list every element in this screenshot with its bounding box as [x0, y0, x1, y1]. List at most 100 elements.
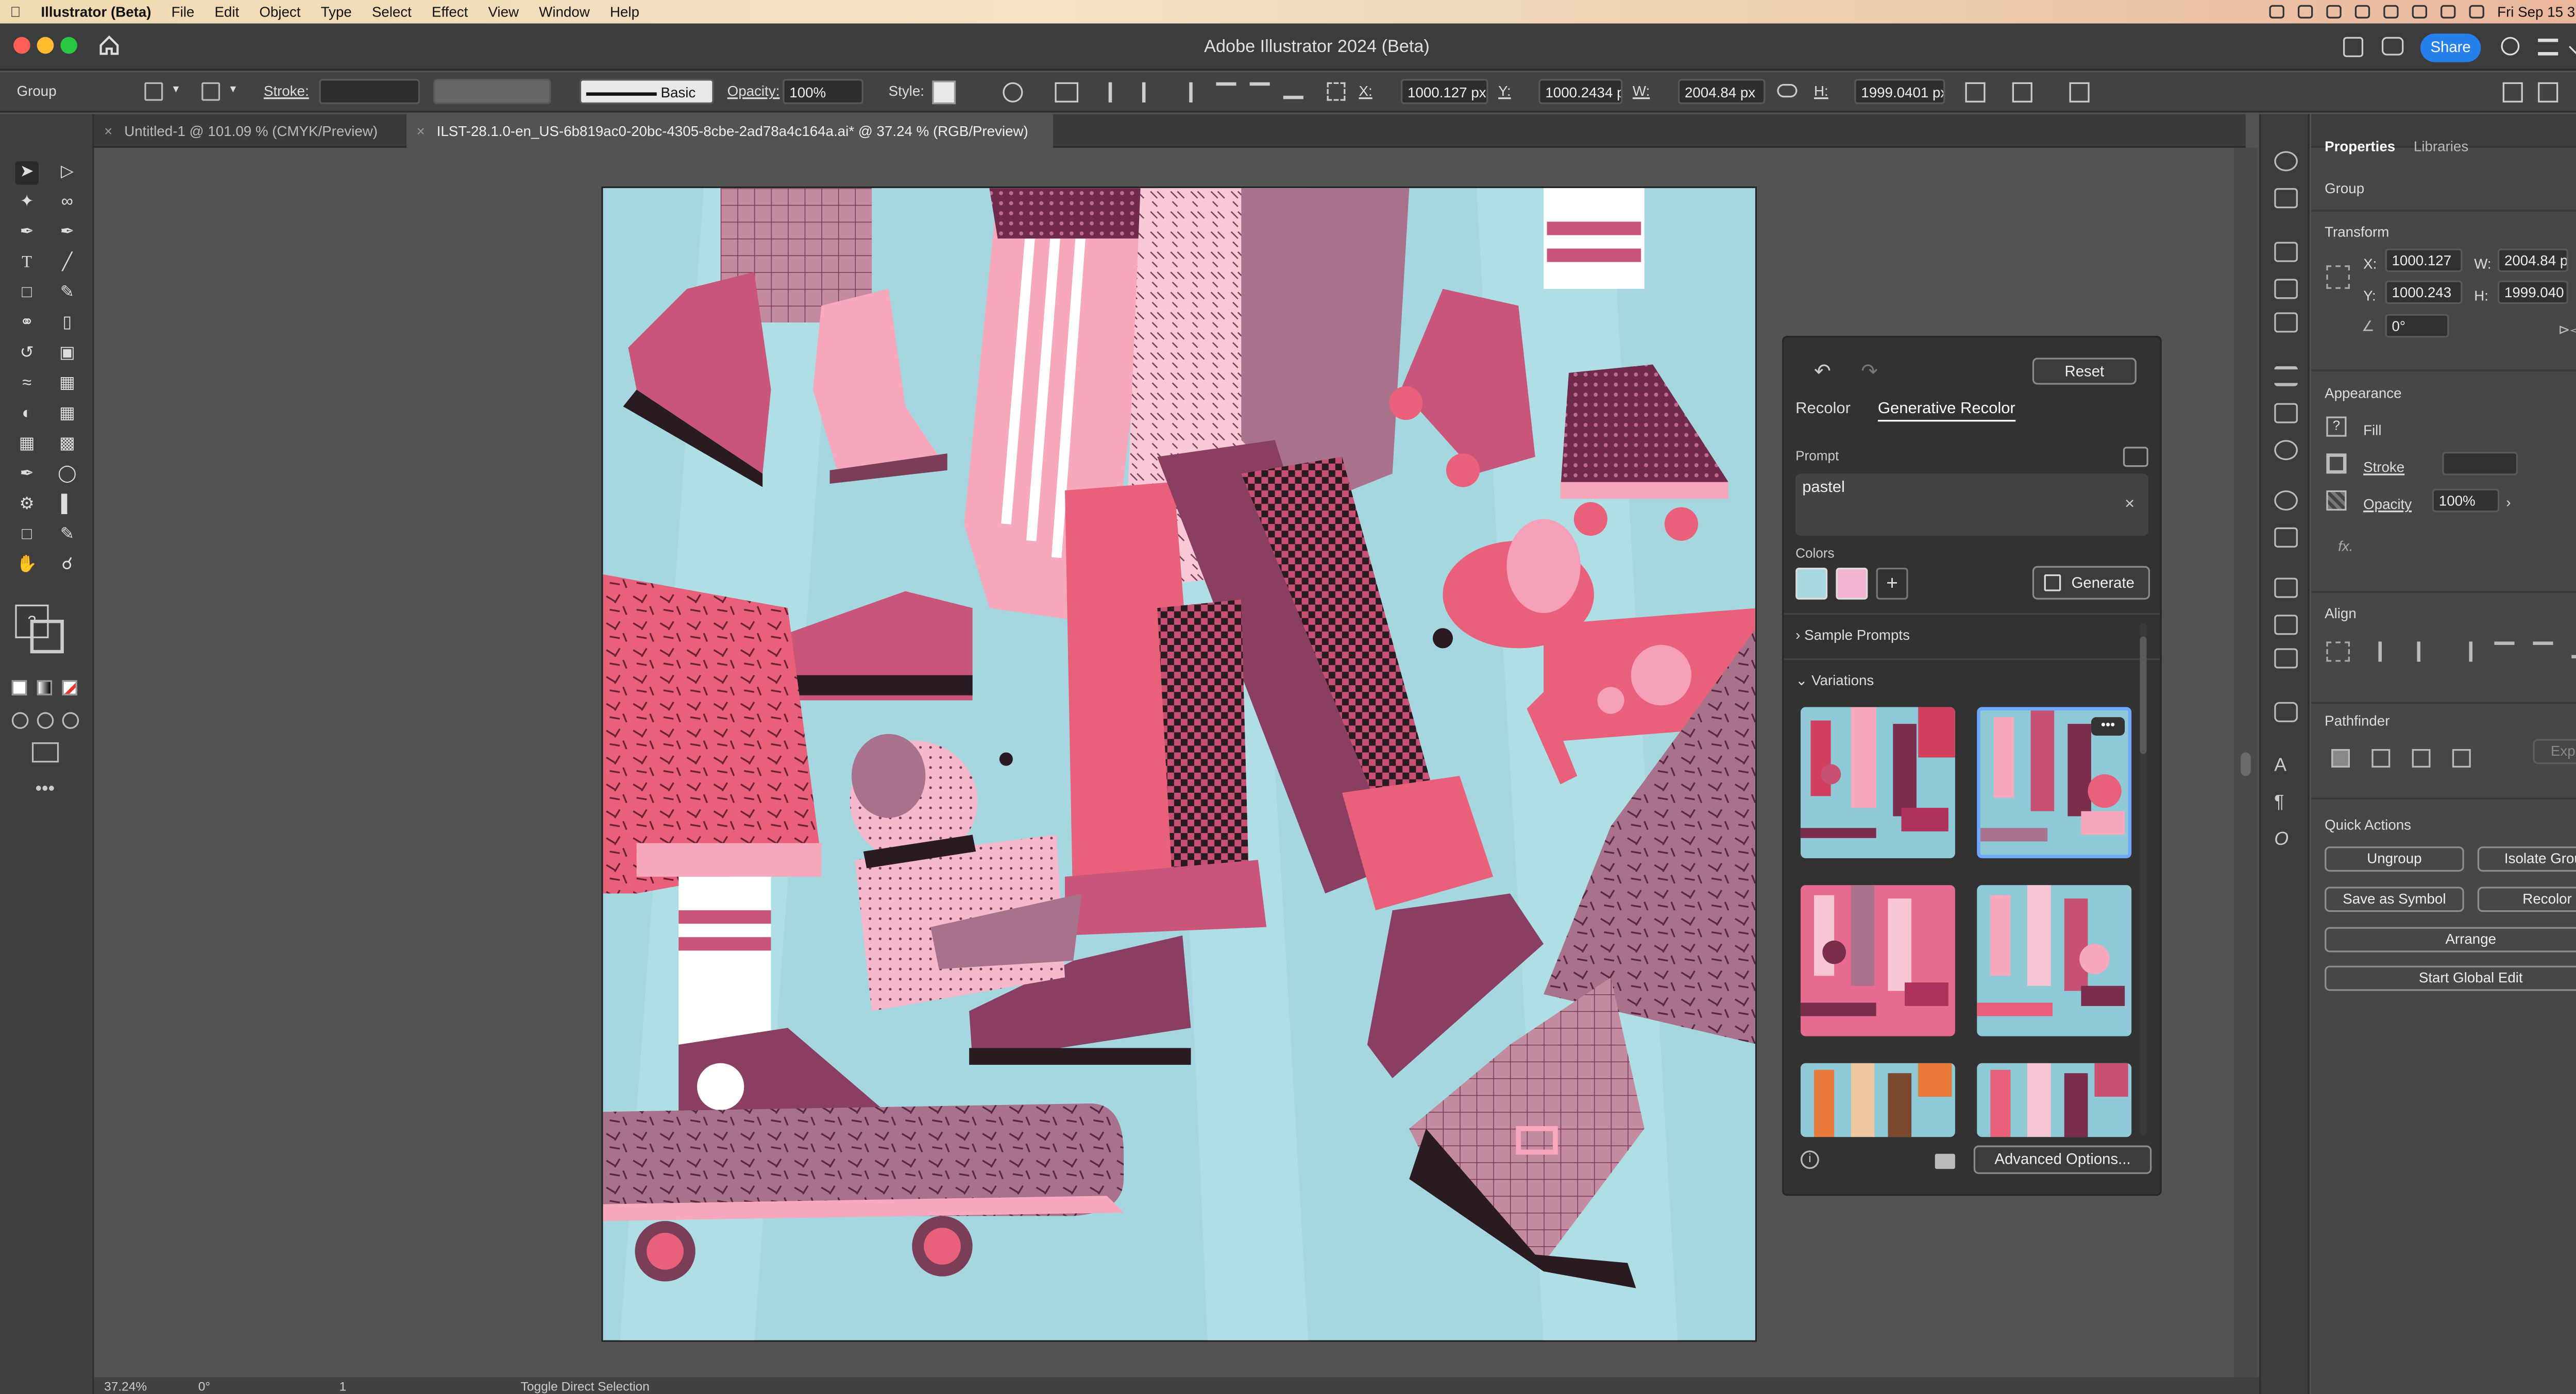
gradient-mode-icon[interactable] — [37, 680, 53, 695]
transform-each-icon[interactable] — [1965, 82, 1986, 103]
none-mode-icon[interactable] — [62, 680, 77, 695]
gradient-panel-icon[interactable] — [2274, 403, 2298, 423]
layers-panel-icon[interactable] — [2274, 577, 2298, 598]
scroll-thumb[interactable] — [2241, 752, 2251, 776]
learn-icon[interactable] — [2343, 37, 2364, 57]
x-field[interactable]: 1000.127 px — [1401, 79, 1488, 105]
graphic-styles-panel-icon[interactable] — [2274, 527, 2298, 548]
zoom-level[interactable]: 37.24% — [104, 1379, 147, 1394]
reference-point-icon[interactable] — [1327, 82, 1346, 101]
opacity-label[interactable]: Opacity: — [727, 82, 780, 99]
share-button[interactable]: Share — [2420, 33, 2481, 62]
x-field[interactable]: 1000.127 — [2385, 248, 2463, 273]
menu-select[interactable]: Select — [362, 4, 421, 21]
draw-behind-icon[interactable] — [37, 712, 54, 729]
brushes-panel-icon[interactable] — [2274, 279, 2298, 299]
selection-tool-icon[interactable]: ➤ — [15, 161, 39, 185]
export-panel-icon[interactable] — [2274, 615, 2298, 635]
color-swatch-blue[interactable] — [1795, 567, 1828, 600]
fill-swatch[interactable] — [144, 82, 163, 101]
minus-front-icon[interactable] — [2371, 749, 2391, 768]
variations-toggle[interactable]: ⌄ Variations — [1795, 672, 1874, 690]
align-bottom-icon[interactable] — [1283, 82, 1303, 99]
tab-libraries[interactable]: Libraries — [2414, 138, 2468, 155]
reset-button[interactable]: Reset — [2032, 358, 2137, 385]
menu-clock[interactable]: Fri Sep 15 3:54 PM — [2497, 4, 2576, 21]
scale-tool-icon[interactable]: ▣ — [56, 343, 79, 366]
stroke-swatch[interactable] — [2326, 453, 2347, 474]
advanced-options-button[interactable]: Advanced Options... — [1973, 1145, 2152, 1174]
direct-selection-tool-icon[interactable]: ▷ — [56, 161, 79, 185]
stroke-color-swatch[interactable] — [30, 620, 64, 654]
menu-app-name[interactable]: Illustrator (Beta) — [31, 4, 161, 21]
flip-horizontal-icon[interactable]: ⊳◅ — [2558, 321, 2576, 339]
comments-panel-icon[interactable] — [2274, 702, 2298, 722]
fill-swatch[interactable]: ? — [2326, 416, 2347, 437]
redo-icon[interactable]: ↷ — [1861, 360, 1878, 383]
perspective-grid-tool-icon[interactable]: ▦ — [56, 403, 79, 427]
reference-point-icon[interactable] — [2326, 265, 2350, 289]
draw-inside-icon[interactable] — [62, 712, 79, 729]
brush-definition-select[interactable]: Basic — [579, 79, 714, 105]
color-panel-icon[interactable] — [2274, 151, 2298, 172]
clear-prompt-icon[interactable]: × — [2125, 496, 2134, 514]
gradient-tool-icon[interactable]: ▩ — [56, 433, 79, 457]
variation-thumbnail-4[interactable] — [1977, 885, 2132, 1036]
undo-icon[interactable]: ↶ — [1814, 360, 1831, 383]
zoom-tool-icon[interactable]: ☌ — [56, 554, 79, 578]
tab-untitled-1[interactable]: × Untitled-1 @ 101.09 % (CMYK/Preview) — [94, 114, 406, 148]
status-icon-2[interactable] — [2297, 5, 2313, 19]
chevron-right-icon[interactable]: › — [2506, 494, 2511, 511]
artboard-navigator[interactable]: 1 — [340, 1379, 347, 1394]
variation-thumbnail-2[interactable]: ••• — [1977, 707, 2132, 858]
eraser-tool-icon[interactable]: ▯ — [56, 312, 79, 336]
screen-mode-icon[interactable] — [31, 742, 59, 763]
opacity-field[interactable]: 100% — [2432, 488, 2500, 513]
menu-type[interactable]: Type — [311, 4, 362, 21]
vertical-scrollbar[interactable] — [2234, 147, 2258, 1378]
comments-icon[interactable] — [2381, 37, 2404, 56]
draw-normal-icon[interactable] — [11, 712, 29, 729]
opentype-panel-icon[interactable]: O — [2274, 830, 2298, 850]
tab-generative-recolor[interactable]: Generative Recolor — [1877, 400, 2015, 422]
mesh-tool-icon[interactable]: ▦ — [15, 433, 39, 457]
status-icon-4[interactable] — [2354, 5, 2370, 19]
transparency-panel-icon[interactable] — [2274, 440, 2298, 461]
prompt-menu-icon[interactable] — [2123, 447, 2148, 467]
artboard-illustration[interactable] — [601, 186, 1757, 1342]
align-top-icon[interactable] — [1216, 82, 1236, 99]
folder-icon[interactable] — [1935, 1153, 1955, 1169]
search-icon[interactable] — [2501, 37, 2520, 56]
align-middle-icon[interactable] — [2533, 641, 2553, 658]
ungroup-button[interactable]: Ungroup — [2325, 846, 2464, 872]
info-icon[interactable]: i — [1800, 1150, 1819, 1169]
hand-tool-icon[interactable]: ✋ — [15, 554, 39, 578]
artboards-panel-icon[interactable] — [2274, 648, 2298, 669]
isolate-group-button[interactable]: Isolate Group — [2477, 846, 2576, 872]
h-field[interactable]: 1999.040 — [2497, 280, 2568, 304]
character-panel-icon[interactable]: A — [2274, 756, 2298, 776]
w-field[interactable]: 2004.84 p — [2497, 248, 2568, 273]
align-center-icon[interactable] — [2417, 641, 2434, 662]
y-field[interactable]: 1000.2434 px — [1538, 79, 1623, 105]
warp-tool-icon[interactable]: ≈ — [15, 373, 39, 397]
color-mode-icon[interactable] — [11, 680, 27, 695]
rotation-field[interactable]: 0° — [2385, 314, 2449, 338]
opacity-field[interactable]: 100% — [783, 79, 863, 105]
add-color-button[interactable]: + — [1876, 567, 1908, 600]
recolor-button[interactable]: Recolor — [2477, 887, 2576, 912]
menu-file[interactable]: File — [161, 4, 205, 21]
arrange-button[interactable]: Arrange — [2325, 927, 2576, 953]
lasso-tool-icon[interactable]: ∞ — [56, 192, 79, 215]
variation-thumbnail-1[interactable] — [1800, 707, 1955, 858]
align-right-icon[interactable] — [1176, 82, 1193, 103]
blend-tool-icon[interactable]: ◯ — [56, 464, 79, 487]
isolate-icon[interactable] — [2012, 82, 2032, 103]
fx-icon[interactable]: fx. — [2338, 537, 2353, 554]
menu-object[interactable]: Object — [249, 4, 311, 21]
image-trace-icon[interactable] — [2274, 188, 2298, 209]
control-center-icon[interactable] — [2468, 5, 2484, 19]
workspace-switcher-icon[interactable] — [2538, 82, 2558, 103]
status-icon-5[interactable] — [2383, 5, 2398, 19]
chevron-down-icon[interactable]: ▾ — [173, 82, 179, 96]
